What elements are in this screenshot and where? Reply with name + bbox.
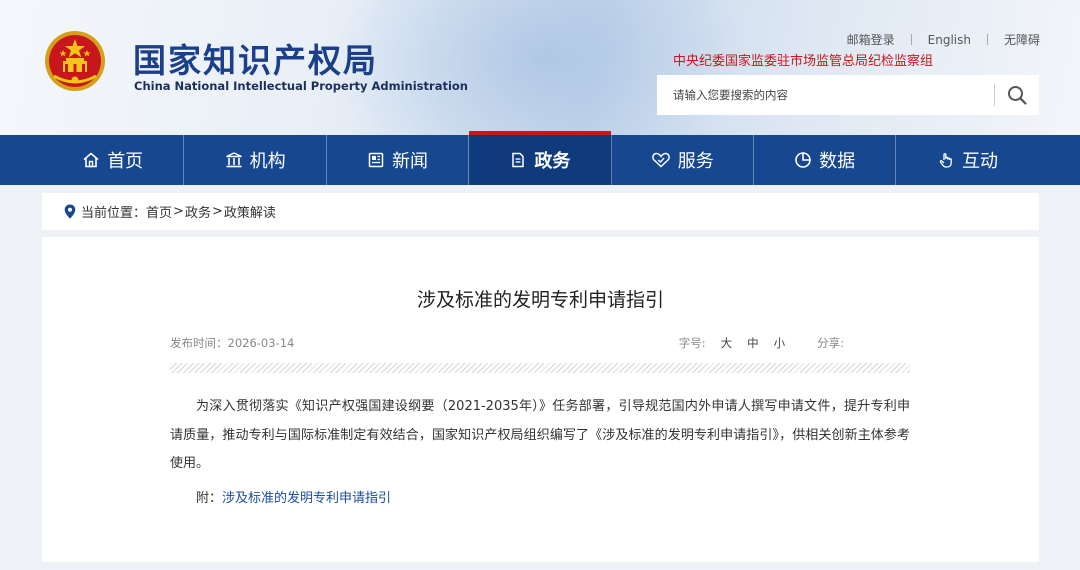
nav-item-home[interactable]: 首页 [42,135,185,185]
news-icon [368,152,384,168]
breadcrumb-separator: > [211,204,223,219]
service-icon [651,152,670,168]
breadcrumb: 当前位置： 首页 > 政务 > 政策解读 [42,193,1039,230]
article-meta: 发布时间：2026-03-14 字号: 大 中 小 分享: [170,335,910,351]
font-size-small-button[interactable]: 小 [774,335,786,351]
attachment-link[interactable]: 涉及标准的发明专利申请指引 [222,491,391,506]
breadcrumb-prefix: 当前位置： [81,206,147,221]
font-size-label: 字号: [678,336,706,350]
publish-date-label: 发布时间： [170,336,228,350]
supervision-group-link[interactable]: 中央纪委国家监委驻市场监管总局纪检监察组 [673,50,933,69]
publish-date: 发布时间：2026-03-14 [170,335,294,351]
english-link[interactable]: English [928,33,971,47]
hatched-divider [170,363,910,373]
mail-login-link[interactable]: 邮箱登录 [847,31,895,48]
government-affairs-icon [512,152,525,168]
nav-item-news[interactable]: 新闻 [327,135,470,185]
home-icon [83,152,99,168]
nav-label: 政务 [534,151,571,172]
nav-item-data[interactable]: 数据 [754,135,897,185]
search-icon [1008,86,1027,105]
breadcrumb-home-link[interactable]: 首页 [146,202,172,221]
national-emblem-icon[interactable] [44,30,106,92]
breadcrumb-government-link[interactable]: 政务 [185,202,211,221]
accessibility-link[interactable]: 无障碍 [1004,31,1040,48]
data-chart-icon [795,152,811,168]
article-body: 为深入贯彻落实《知识产权强国建设纲要（2021-2035年）》任务部署，引导规范… [170,399,910,471]
location-pin-icon [64,204,76,219]
share-label[interactable]: 分享: [817,335,844,351]
nav-item-government-affairs[interactable]: 政务 [469,131,612,185]
search-box [657,75,1039,115]
main-nav: 首页 机构 新闻 政务 服务 数据 互动 [0,131,1080,185]
attachment-label: 附： [196,491,223,506]
site-logo-english[interactable]: China National Intellectual Property Adm… [134,79,468,93]
top-links: 邮箱登录 English 无障碍 [847,31,1040,48]
link-divider [910,34,912,45]
site-logo-chinese[interactable]: 国家知识产权局 [133,34,378,82]
search-button[interactable] [995,75,1039,115]
nav-item-service[interactable]: 服务 [612,135,754,185]
nav-label: 机构 [249,151,286,172]
site-header: 国家知识产权局 China National Intellectual Prop… [0,0,1080,135]
publish-date-value: 2026-03-14 [227,336,295,350]
font-size-medium-button[interactable]: 中 [747,335,759,351]
nav-label: 服务 [677,151,714,172]
article-title: 涉及标准的发明专利申请指引 [416,289,664,311]
nav-label: 数据 [819,151,856,172]
attachment: 附：涉及标准的发明专利申请指引 [196,487,391,506]
nav-label: 互动 [962,151,999,172]
font-size-large-button[interactable]: 大 [721,335,733,351]
breadcrumb-separator: > [173,204,184,219]
article-tools: 字号: 大 中 小 分享: [669,335,844,351]
breadcrumb-policy-link[interactable]: 政策解读 [224,202,276,221]
institution-icon [225,152,242,168]
nav-item-institution[interactable]: 机构 [184,135,327,185]
nav-item-interaction[interactable]: 互动 [896,135,1038,185]
nav-label: 首页 [107,151,144,172]
link-divider [986,34,988,45]
article-panel: 涉及标准的发明专利申请指引 发布时间：2026-03-14 字号: 大 中 小 … [42,237,1039,562]
interaction-hand-icon [939,153,952,168]
search-input[interactable] [657,75,994,115]
nav-label: 新闻 [391,151,428,172]
